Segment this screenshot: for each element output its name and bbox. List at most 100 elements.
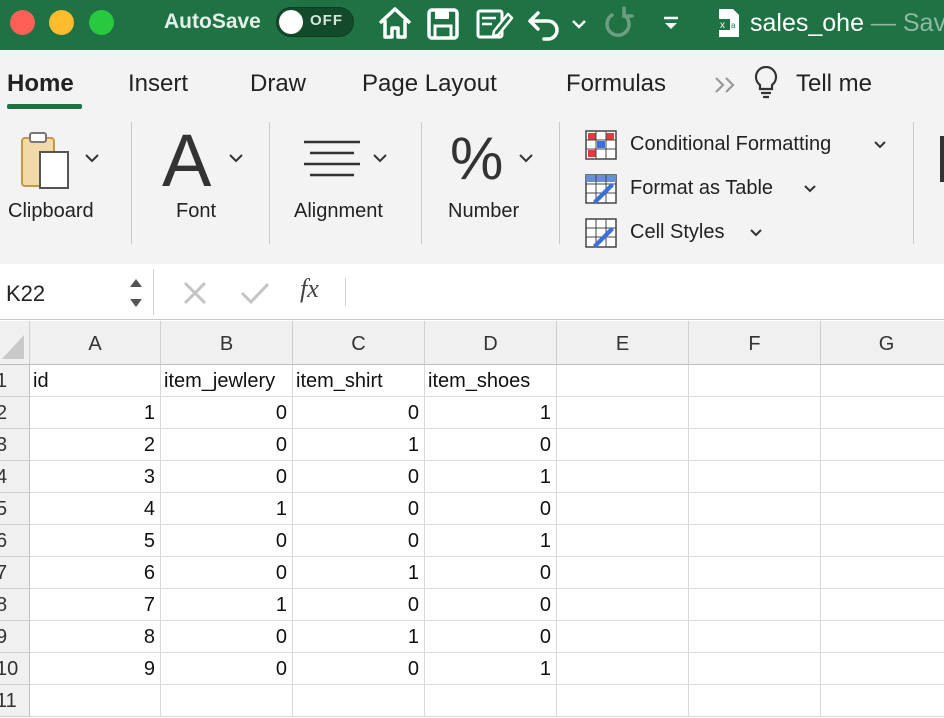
clipboard-group[interactable]: Clipboard [0,112,130,264]
redo-icon[interactable] [602,4,636,42]
cell-a7[interactable]: 6 [30,557,161,589]
cell-a5[interactable]: 4 [30,493,161,525]
cell-a1[interactable]: id [30,365,161,397]
cell-e7[interactable] [557,557,689,589]
cell-a8[interactable]: 7 [30,589,161,621]
cell-a2[interactable]: 1 [30,397,161,429]
row-header[interactable]: 9 [0,621,30,653]
cell-g8[interactable] [821,589,944,621]
cell-c1[interactable]: item_shirt [293,365,425,397]
row-header[interactable]: 3 [0,429,30,461]
format-as-table-button[interactable]: Format as Table [585,172,825,206]
cell-b9[interactable]: 0 [161,621,293,653]
cell-g2[interactable] [821,397,944,429]
cell-d9[interactable]: 0 [425,621,557,653]
cell-g11[interactable] [821,685,944,717]
cell-c4[interactable]: 0 [293,461,425,493]
more-tabs-chevron-icon[interactable] [714,76,738,94]
cell-d2[interactable]: 1 [425,397,557,429]
tab-home[interactable]: Home [7,70,74,98]
cell-e11[interactable] [557,685,689,717]
row-header[interactable]: 10 [0,653,30,685]
formula-input[interactable] [356,269,944,315]
cell-e10[interactable] [557,653,689,685]
row-header[interactable]: 2 [0,397,30,429]
name-box-stepper-icon[interactable] [128,275,144,311]
cell-d6[interactable]: 1 [425,525,557,557]
cell-a11[interactable] [30,685,161,717]
name-box[interactable]: K22 [0,269,154,315]
tab-page-layout[interactable]: Page Layout [362,70,497,98]
home-icon[interactable] [376,4,414,42]
select-all-corner[interactable] [0,321,30,365]
tab-formulas[interactable]: Formulas [566,70,666,98]
customize-toolbar-icon[interactable] [660,4,682,42]
close-window-button[interactable] [10,10,35,35]
cell-g6[interactable] [821,525,944,557]
cell-d11[interactable] [425,685,557,717]
cell-f7[interactable] [689,557,821,589]
undo-icon[interactable] [526,4,564,42]
row-header[interactable]: 1 [0,365,30,397]
cell-c7[interactable]: 1 [293,557,425,589]
cell-g4[interactable] [821,461,944,493]
lightbulb-icon[interactable] [752,64,780,100]
maximize-window-button[interactable] [89,10,114,35]
cell-b11[interactable] [161,685,293,717]
conditional-formatting-button[interactable]: Conditional Formatting [585,128,895,162]
cell-c6[interactable]: 0 [293,525,425,557]
cell-f8[interactable] [689,589,821,621]
cell-b6[interactable]: 0 [161,525,293,557]
cell-g5[interactable] [821,493,944,525]
cell-f2[interactable] [689,397,821,429]
cell-f10[interactable] [689,653,821,685]
column-header-d[interactable]: D [425,321,557,365]
cell-c2[interactable]: 0 [293,397,425,429]
cell-d4[interactable]: 1 [425,461,557,493]
insert-function-icon[interactable]: fx [300,274,319,304]
row-header[interactable]: 11 [0,685,30,717]
cell-c8[interactable]: 0 [293,589,425,621]
cell-g10[interactable] [821,653,944,685]
cell-g9[interactable] [821,621,944,653]
cell-c3[interactable]: 1 [293,429,425,461]
cell-f4[interactable] [689,461,821,493]
cell-styles-button[interactable]: Cell Styles [585,216,775,250]
cell-a4[interactable]: 3 [30,461,161,493]
cell-c11[interactable] [293,685,425,717]
font-group[interactable]: A Font [140,112,265,264]
row-header[interactable]: 7 [0,557,30,589]
chevron-down-icon[interactable] [570,4,588,42]
cell-e9[interactable] [557,621,689,653]
cell-f1[interactable] [689,365,821,397]
cell-a9[interactable]: 8 [30,621,161,653]
cell-e4[interactable] [557,461,689,493]
column-header-a[interactable]: A [30,321,161,365]
cell-f11[interactable] [689,685,821,717]
tell-me-search[interactable]: Tell me [796,70,872,98]
minimize-window-button[interactable] [49,10,74,35]
save-icon[interactable] [425,4,461,42]
tab-draw[interactable]: Draw [250,70,306,98]
cell-e3[interactable] [557,429,689,461]
cell-a10[interactable]: 9 [30,653,161,685]
cell-g3[interactable] [821,429,944,461]
row-header[interactable]: 8 [0,589,30,621]
row-header[interactable]: 5 [0,493,30,525]
column-header-e[interactable]: E [557,321,689,365]
cell-f5[interactable] [689,493,821,525]
cell-b4[interactable]: 0 [161,461,293,493]
cell-d8[interactable]: 0 [425,589,557,621]
cell-a3[interactable]: 2 [30,429,161,461]
cell-e5[interactable] [557,493,689,525]
cell-g7[interactable] [821,557,944,589]
cell-b2[interactable]: 0 [161,397,293,429]
edit-document-icon[interactable] [474,4,514,42]
column-header-g[interactable]: G [821,321,944,365]
cell-d1[interactable]: item_shoes [425,365,557,397]
row-header[interactable]: 4 [0,461,30,493]
cell-b1[interactable]: item_jewlery [161,365,293,397]
cell-d7[interactable]: 0 [425,557,557,589]
column-header-c[interactable]: C [293,321,425,365]
cell-c10[interactable]: 0 [293,653,425,685]
